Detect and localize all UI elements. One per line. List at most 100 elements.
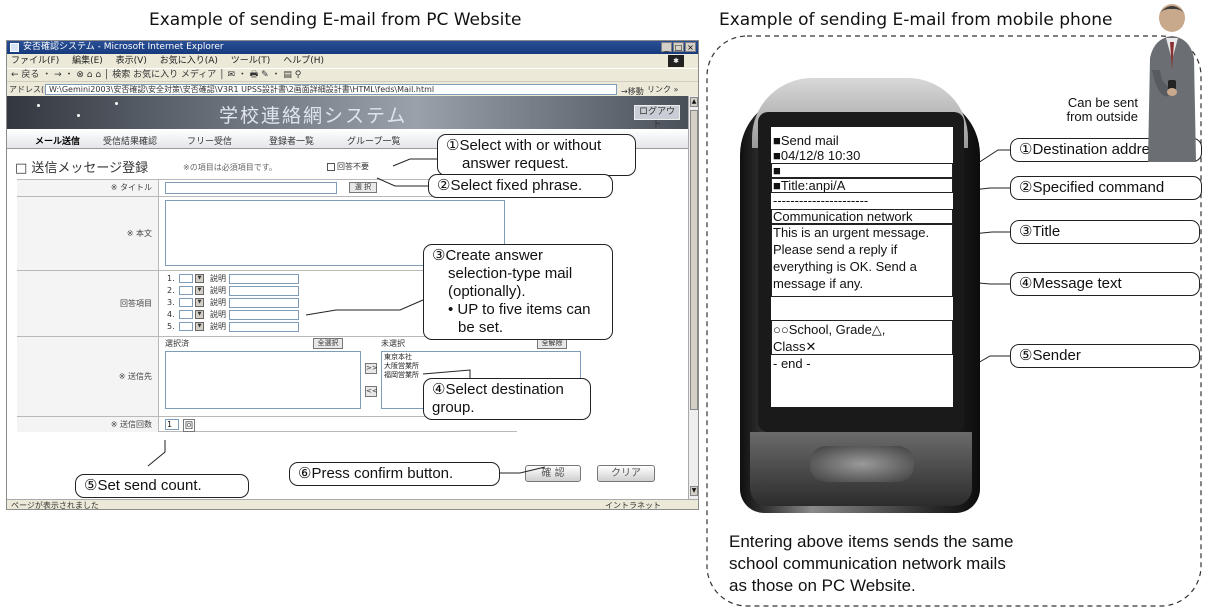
destination-label: ※ 送信先 [17,337,159,416]
answer-select[interactable] [179,310,193,319]
answer-select[interactable] [179,298,193,307]
destination-highlight [771,163,953,178]
ie-logo-icon: ✱ [668,55,684,67]
clear-button[interactable]: クリア [597,465,655,482]
body-label: ※ 本文 [17,197,159,270]
maximize-button[interactable]: □ [673,42,684,52]
menu-view[interactable]: 表示(V) [116,56,147,66]
selected-header: 選択済 [165,339,189,348]
move-right-button[interactable]: >> [365,363,378,374]
sent-from-outside-note: Can be sent from outside [1046,96,1138,124]
site-title: 学校連絡網システム [219,105,408,127]
phone-nav-key [810,446,914,482]
answer-select[interactable] [179,286,193,295]
answer-description-input[interactable] [229,321,299,332]
screen-line: ○○School, Grade△, [773,322,886,337]
screen-line: Class✕ [773,339,817,354]
browser-toolbar[interactable]: ← 戻る ・ → ・ ⊗ ⌂ ⌂ │ 検索 お気に入り メディア │ ✉ ・ 🖶… [7,68,698,81]
tab-send-mail[interactable]: メール送信 [35,134,80,147]
answers-label: 回答項目 [17,271,159,336]
callout-fixed-phrase: ②Select fixed phrase. [428,174,613,198]
menu-help[interactable]: ヘルプ(H) [283,56,324,66]
answer-description-input[interactable] [229,273,299,284]
command-highlight [771,178,953,193]
app-icon [10,43,19,52]
callout-destination-group: ④Select destination group. [423,378,591,420]
count-input[interactable]: 1 [165,419,179,430]
tab-receive-results[interactable]: 受信結果確認 [103,134,157,147]
answer-item: 2. ▼ 説明 [167,285,299,296]
status-zone: イントラネット [605,501,661,510]
dropdown-arrow-icon[interactable]: ▼ [195,274,204,283]
dropdown-arrow-icon[interactable]: ▼ [195,286,204,295]
tab-free-receive[interactable]: フリー受信 [187,134,232,147]
callout-send-count: ⑤Set send count. [75,474,249,498]
screen-line: - end - [773,356,811,371]
group-item[interactable]: 東京本社 [384,353,578,362]
address-bar: アドレス(D) W:\Gemini2003\安否確認\安全対策\安否確認\V3R… [7,81,698,96]
status-text: ページが表示されました [11,501,99,510]
screen-line: ■Send mail [773,133,839,148]
phone-screen: ■Send mail ■04/12/8 10:30 ■ ■Title:anpi/… [771,127,953,407]
tab-groups[interactable]: グループ一覧 [347,134,400,147]
status-bar: ページが表示されました イントラネット [7,499,698,510]
callout-specified-command: ②Specified command [1010,176,1202,200]
no-reply-option[interactable]: 回答不要 [327,161,369,172]
screen-line: everything is OK. Send a [773,259,917,274]
unselected-header: 未選択 [381,339,405,348]
menu-favorites[interactable]: お気に入り(A) [160,56,218,66]
no-reply-checkbox[interactable] [327,162,335,171]
vertical-scrollbar[interactable]: ▲ ▼ [688,96,698,499]
callout-sender: ⑤Sender [1010,344,1200,368]
dropdown-arrow-icon[interactable]: ▼ [195,310,204,319]
title-highlight [771,209,953,224]
minimize-button[interactable]: _ [661,42,672,52]
select-all-button[interactable]: 全選択 [313,338,343,349]
scroll-down-icon[interactable]: ▼ [690,486,698,496]
move-left-button[interactable]: << [365,386,378,397]
callout-answer-request: ①Select with or without answer request. [437,134,636,176]
confirm-button[interactable]: 確 認 [525,465,581,482]
menu-tools[interactable]: ツール(T) [231,56,271,66]
dropdown-arrow-icon[interactable]: ▼ [195,298,204,307]
browser-titlebar: 安否確認システム - Microsoft Internet Explorer _… [7,41,698,54]
go-button[interactable]: →移動 [621,84,644,96]
address-input[interactable]: W:\Gemini2003\安否確認\安全対策\安否確認\V3R1 UPSS設計… [45,84,617,95]
answer-description-input[interactable] [229,309,299,320]
window-title: 安否確認システム - Microsoft Internet Explorer [23,42,224,52]
dropdown-arrow-icon[interactable]: ▼ [195,322,204,331]
site-banner: 学校連絡網システム ログアウト [7,96,688,130]
selected-groups-list[interactable] [165,351,361,409]
mobile-footer-text: Entering above items sends the same scho… [729,532,1014,595]
answer-item: 5. ▼ 説明 [167,321,299,332]
count-unit: 回 [183,419,195,432]
answer-description-input[interactable] [229,297,299,308]
answer-item: 3. ▼ 説明 [167,297,299,308]
tab-registrants[interactable]: 登録者一覧 [269,134,314,147]
logout-button[interactable]: ログアウト [634,105,680,130]
scroll-up-icon[interactable]: ▲ [690,97,698,107]
select-phrase-button[interactable]: 選 択 [349,182,377,193]
scroll-thumb[interactable] [690,110,698,410]
callout-confirm-button: ⑥Press confirm button. [289,462,500,486]
screen-line: message if any. [773,276,864,291]
no-reply-label: 回答不要 [337,162,369,171]
person-with-phone-icon [1148,4,1196,162]
sparkle-icon [37,104,40,107]
answer-description-input[interactable] [229,285,299,296]
close-button[interactable]: × [685,42,696,52]
callout-answer-selection: ③Create answer selection-type mail (opti… [423,244,613,340]
sparkle-icon [77,114,80,117]
answer-select[interactable] [179,274,193,283]
callout-message-text: ④Message text [1010,272,1200,296]
links-button[interactable]: リンク » [647,82,678,96]
mobile-section-title: Example of sending E-mail from mobile ph… [719,10,1113,30]
browser-menubar: ファイル(F) 編集(E) 表示(V) お気に入り(A) ツール(T) ヘルプ(… [7,54,698,68]
group-item[interactable]: 大阪営業所 [384,362,578,371]
pc-section-title: Example of sending E-mail from PC Websit… [149,10,522,30]
answer-select[interactable] [179,322,193,331]
title-input[interactable] [165,182,337,194]
menu-edit[interactable]: 編集(E) [72,56,103,66]
answer-item: 1. ▼ 説明 [167,273,299,284]
menu-file[interactable]: ファイル(F) [11,56,59,66]
